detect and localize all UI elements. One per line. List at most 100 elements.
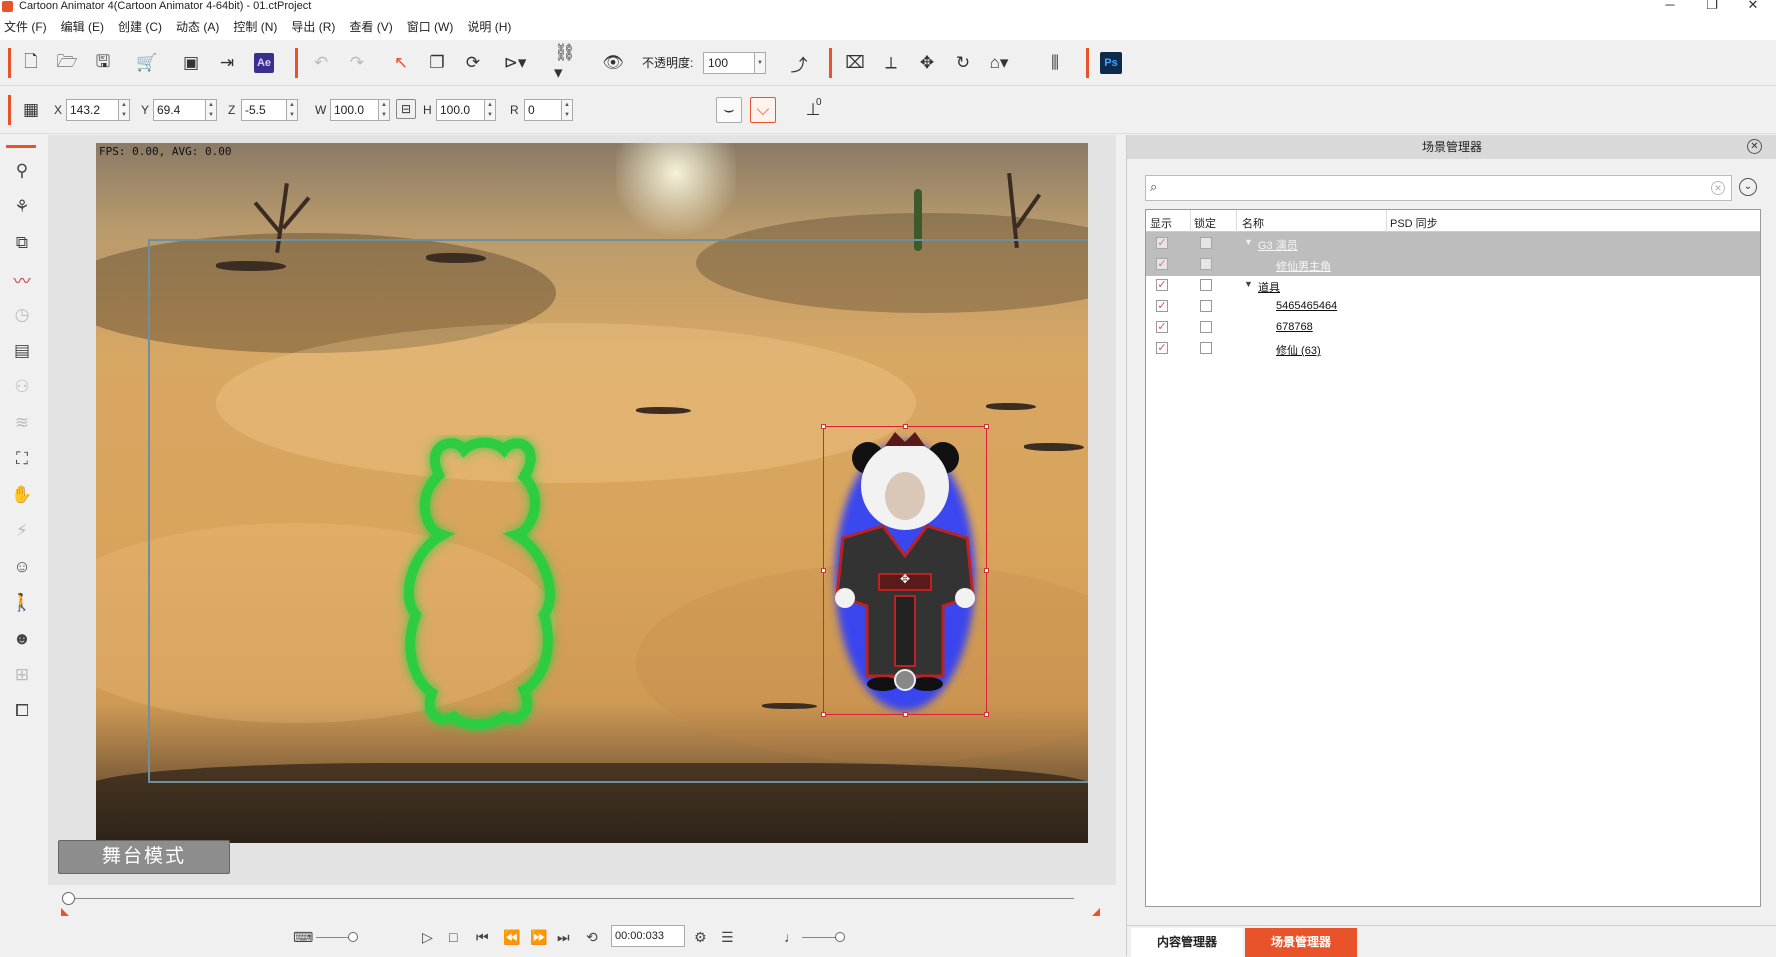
transform-grid-icon[interactable]: ⊞ (10, 663, 34, 687)
bone-curve-icon[interactable]: ⌣ (716, 97, 742, 123)
walk-icon[interactable]: 🚶 (10, 591, 34, 615)
menu-animation[interactable]: 动态 (A) (176, 18, 219, 35)
close-window-button[interactable]: ✕ (1738, 0, 1768, 11)
timeline-track[interactable] (64, 898, 1074, 899)
resize-handle[interactable] (821, 424, 826, 429)
menu-window[interactable]: 窗口 (W) (407, 18, 454, 35)
menu-view[interactable]: 查看 (V) (349, 18, 392, 35)
pose-icon[interactable]: ⛶ (10, 447, 34, 471)
lock-checkbox[interactable] (1200, 321, 1212, 333)
timecode-field[interactable]: 00:00:033 (611, 925, 685, 947)
lock-checkbox[interactable] (1200, 279, 1212, 291)
skip-start-icon[interactable]: ⏮ (476, 929, 489, 946)
play-icon[interactable]: ▷ (422, 929, 433, 946)
redo-icon[interactable]: ↷ (344, 50, 370, 76)
range-end-marker[interactable] (1092, 908, 1100, 916)
face-icon[interactable]: ☻ (10, 627, 34, 651)
resize-handle[interactable] (984, 424, 989, 429)
menu-file[interactable]: 文件 (F) (4, 18, 47, 35)
panel-close-icon[interactable]: ✕ (1747, 139, 1762, 154)
viewport[interactable]: FPS: 0.00, AVG: 0.00 ✥ (48, 135, 1116, 885)
save-icon[interactable]: 🖫 (90, 50, 116, 76)
attach-icon[interactable]: ⤴ (786, 50, 812, 76)
select-arrow-icon[interactable]: ↖ (388, 50, 414, 76)
show-checkbox[interactable]: ✓ (1156, 342, 1168, 354)
run-icon[interactable]: ⚡ (10, 519, 34, 543)
menu-control[interactable]: 控制 (N) (233, 18, 277, 35)
minimize-button[interactable]: ─ (1655, 0, 1685, 11)
link-icon[interactable]: ⛓▾ (554, 43, 580, 82)
after-effects-icon[interactable]: Ae (254, 53, 274, 73)
move-axis-icon[interactable]: ⟂ (878, 50, 904, 76)
restore-button[interactable]: ❐ (1697, 0, 1727, 11)
lock-checkbox[interactable] (1200, 342, 1212, 354)
show-checkbox[interactable]: ✓ (1156, 237, 1168, 249)
column-lock[interactable]: 锁定 (1194, 215, 1216, 231)
motion-icon[interactable]: ≋ (10, 411, 34, 435)
resize-handle[interactable] (984, 568, 989, 573)
stop-icon[interactable]: □ (449, 929, 457, 945)
photoshop-icon[interactable]: Ps (1100, 52, 1122, 74)
resize-handle[interactable] (821, 712, 826, 717)
scene-row-prop[interactable]: ✓ 678768 (1146, 316, 1760, 339)
tab-content-manager[interactable]: 内容管理器 (1131, 928, 1243, 957)
skip-end-icon[interactable]: ⏭ (557, 929, 570, 946)
bone-angle-icon[interactable]: ⌵ (750, 97, 776, 123)
align-icon[interactable]: ⫼ (1042, 50, 1068, 76)
x-input[interactable]: 143.2 (66, 99, 119, 121)
menu-help[interactable]: 说明 (H) (467, 18, 511, 35)
bone-editor-icon[interactable]: ⚘ (10, 195, 34, 219)
filter-dropdown-icon[interactable]: ⌄ (1739, 178, 1757, 196)
w-spinner[interactable]: ▲ ▼ (379, 99, 390, 121)
scene-row-actors-group[interactable]: ✓ ▼ G3 演员 (1146, 232, 1760, 255)
z-input[interactable]: -5.5 (241, 99, 287, 121)
scene-row-prop[interactable]: ✓ 修仙 (63) (1146, 337, 1760, 360)
duplicate-icon[interactable]: ❐ (424, 50, 450, 76)
lock-checkbox[interactable] (1200, 237, 1212, 249)
resize-handle[interactable] (903, 712, 908, 717)
move-icon[interactable]: ✥ (914, 50, 940, 76)
show-checkbox[interactable]: ✓ (1156, 258, 1168, 270)
h-input[interactable]: 100.0 (436, 99, 485, 121)
show-checkbox[interactable]: ✓ (1156, 279, 1168, 291)
preview-render-icon[interactable]: ▣ (178, 50, 204, 76)
hand-icon[interactable]: ✋ (10, 483, 34, 507)
replace-icon[interactable]: ⟳ (460, 50, 486, 76)
show-checkbox[interactable]: ✓ (1156, 300, 1168, 312)
resize-handle[interactable] (984, 712, 989, 717)
menu-export[interactable]: 导出 (R) (291, 18, 335, 35)
rotate-icon[interactable]: ↻ (950, 50, 976, 76)
previous-frame-icon[interactable]: ⏪ (503, 929, 520, 946)
resize-handle[interactable] (903, 424, 908, 429)
head-turn-icon[interactable]: ☺ (10, 555, 34, 579)
r-spinner[interactable]: ▲ ▼ (562, 99, 573, 121)
pivot-icon[interactable]: ⊥ (800, 97, 826, 123)
opacity-dropdown-arrow[interactable]: ▼ (755, 52, 766, 74)
character-composer-icon[interactable]: ⚲ (10, 159, 34, 183)
stage-canvas[interactable]: FPS: 0.00, AVG: 0.00 ✥ (96, 143, 1088, 843)
menu-create[interactable]: 创建 (C) (118, 18, 162, 35)
home-icon[interactable]: ⌂▾ (986, 50, 1012, 76)
visibility-eye-icon[interactable]: 👁 (600, 50, 626, 76)
new-file-icon[interactable]: 🗋 (18, 50, 44, 76)
undo-icon[interactable]: ↶ (308, 50, 334, 76)
volume-note-icon[interactable]: ♩ (784, 929, 798, 945)
show-checkbox[interactable]: ✓ (1156, 321, 1168, 333)
range-start-marker[interactable] (61, 908, 69, 916)
opacity-input[interactable]: 100 (703, 52, 755, 74)
scene-row-actor[interactable]: ✓ 修仙男主角 (1146, 253, 1760, 276)
scene-row-prop[interactable]: ✓ 5465465464 (1146, 295, 1760, 318)
grid-icon[interactable]: ▦ (18, 97, 44, 123)
timeline-toggle-icon[interactable]: ☰ (721, 929, 734, 946)
column-psd-sync[interactable]: PSD 同步 (1390, 215, 1438, 231)
clear-search-icon[interactable]: ✕ (1711, 181, 1725, 195)
subtitle-icon[interactable]: ⌨ (293, 929, 313, 946)
resize-handle[interactable] (821, 568, 826, 573)
scene-row-props-group[interactable]: ✓ ▼ 道具 (1146, 274, 1760, 297)
open-folder-icon[interactable]: 🗁 (54, 50, 80, 76)
r-input[interactable]: 0 (524, 99, 562, 121)
h-spinner[interactable]: ▲ ▼ (485, 99, 496, 121)
lock-checkbox[interactable] (1200, 300, 1212, 312)
settings-gear-icon[interactable]: ⚙ (694, 929, 707, 946)
x-spinner[interactable]: ▲ ▼ (119, 99, 130, 121)
